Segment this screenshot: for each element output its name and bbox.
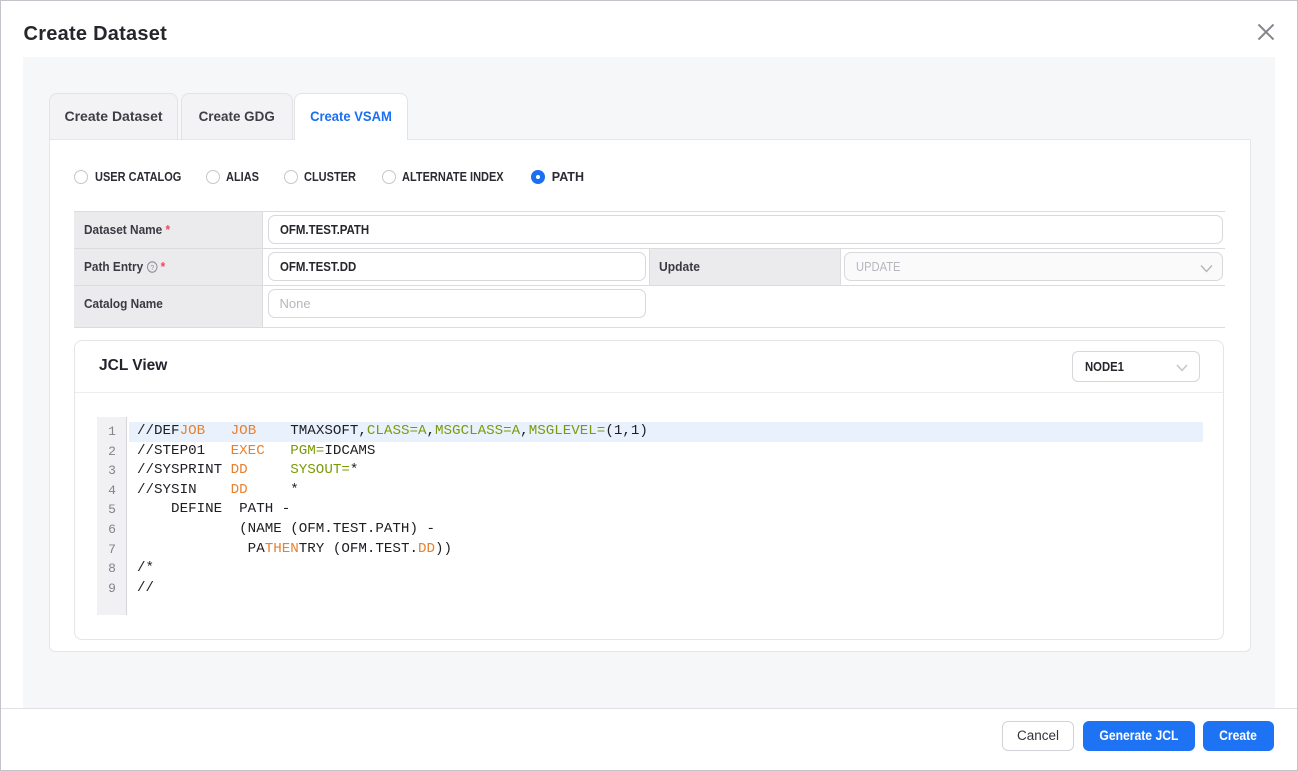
svg-text:?: ? <box>150 263 154 271</box>
